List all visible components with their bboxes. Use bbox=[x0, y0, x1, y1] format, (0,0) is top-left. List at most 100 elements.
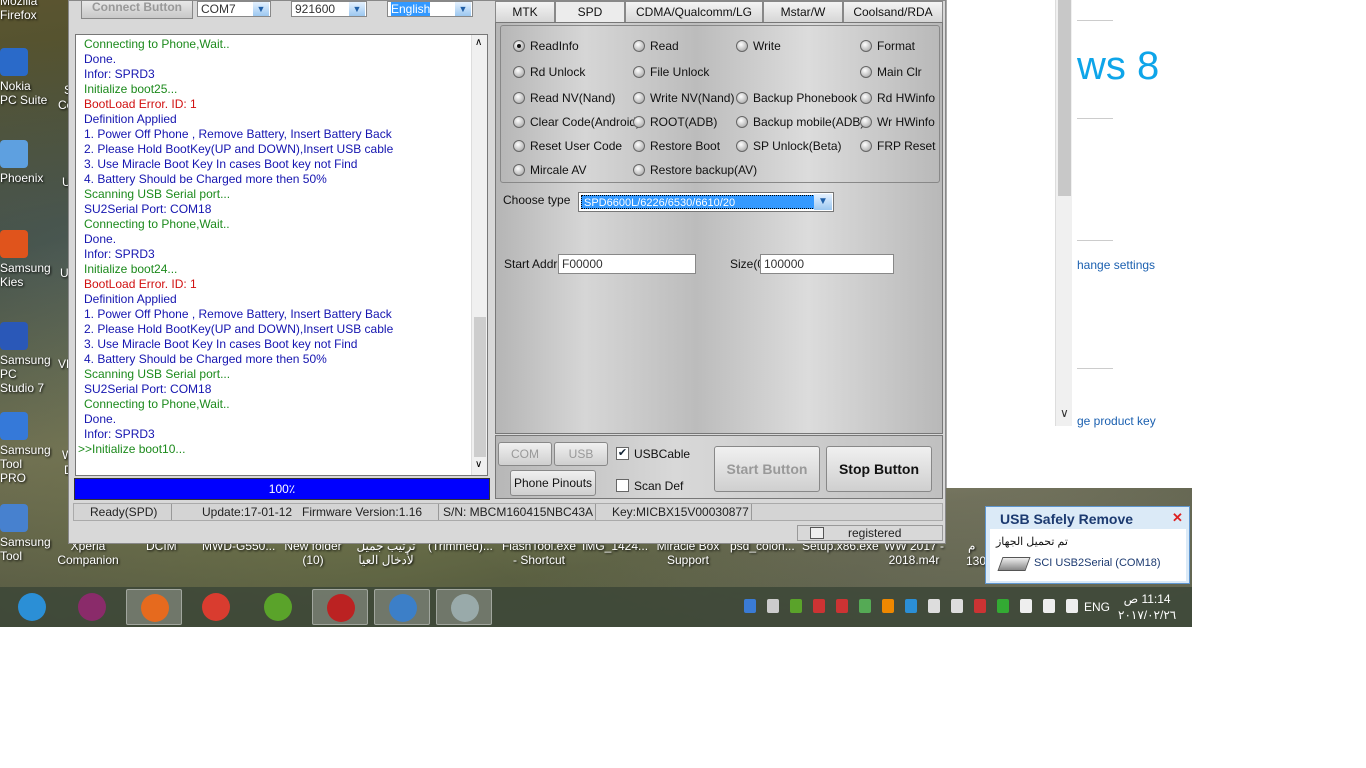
usb-safely-remove-popup[interactable]: USB Safely Remove ✕ تم تحميل الجهاز SCI … bbox=[985, 506, 1190, 584]
taskbar-remote-button[interactable] bbox=[374, 589, 430, 625]
tab-mstar-w[interactable]: Mstar/W bbox=[763, 1, 843, 23]
desktop-icon[interactable]: Samsung Tool PRO bbox=[0, 412, 51, 485]
option-backup-phonebook[interactable]: Backup Phonebook bbox=[736, 91, 857, 105]
change-product-key-link[interactable]: ge product key bbox=[1077, 414, 1156, 428]
device-name[interactable]: SCI USB2Serial (COM18) bbox=[1034, 557, 1161, 569]
desktop-icon[interactable]: Samsung PC Studio 7 bbox=[0, 322, 51, 395]
shield-icon[interactable] bbox=[813, 599, 825, 613]
radio-circle[interactable] bbox=[513, 116, 525, 128]
option-backup-mobile-adb[interactable]: Backup mobile(ADB) bbox=[736, 115, 864, 129]
usb-tray-icon[interactable] bbox=[951, 599, 963, 613]
language-indicator[interactable]: ENG bbox=[1084, 600, 1110, 614]
option-root-adb[interactable]: ROOT(ADB) bbox=[633, 115, 717, 129]
option-readinfo[interactable]: ReadInfo bbox=[513, 39, 579, 53]
taskbar-miracle-button[interactable] bbox=[312, 589, 368, 625]
chevron-up-icon[interactable]: ∧ bbox=[475, 37, 482, 48]
phone-pinouts-button[interactable]: Phone Pinouts bbox=[510, 470, 596, 496]
option-rd-hwinfo[interactable]: Rd HWinfo bbox=[860, 91, 935, 105]
option-wr-hwinfo[interactable]: Wr HWinfo bbox=[860, 115, 935, 129]
option-read[interactable]: Read bbox=[633, 39, 679, 53]
option-format[interactable]: Format bbox=[860, 39, 915, 53]
radio-circle[interactable] bbox=[633, 40, 645, 52]
taskbar-usb-button[interactable] bbox=[436, 589, 492, 625]
flag-icon[interactable] bbox=[836, 599, 848, 613]
radio-circle[interactable] bbox=[633, 164, 645, 176]
option-read-nv-nand[interactable]: Read NV(Nand) bbox=[513, 91, 615, 105]
language-select[interactable]: English ▼ bbox=[387, 1, 473, 17]
checkbox-box[interactable] bbox=[616, 479, 629, 492]
desktop-icon[interactable]: Samsung Tool bbox=[0, 504, 51, 563]
radio-circle[interactable] bbox=[736, 92, 748, 104]
taskbar-start-button[interactable] bbox=[4, 589, 60, 625]
radio-circle[interactable] bbox=[513, 66, 525, 78]
option-mircale-av[interactable]: Mircale AV bbox=[513, 163, 586, 177]
taskbar-utorrent-button[interactable] bbox=[250, 589, 306, 625]
bluetooth-icon[interactable] bbox=[928, 599, 940, 613]
tab-spd[interactable]: SPD bbox=[555, 1, 625, 24]
option-clear-code-android[interactable]: Clear Code(Android) bbox=[513, 115, 640, 129]
power-icon[interactable] bbox=[1043, 599, 1055, 613]
radio-circle[interactable] bbox=[633, 116, 645, 128]
volume-icon[interactable] bbox=[1066, 599, 1078, 613]
option-main-clr[interactable]: Main Clr bbox=[860, 65, 922, 79]
radio-circle[interactable] bbox=[513, 92, 525, 104]
radio-circle[interactable] bbox=[513, 40, 525, 52]
taskbar-winrar-button[interactable] bbox=[64, 589, 120, 625]
edit-icon[interactable] bbox=[859, 599, 871, 613]
scan-def-checkbox[interactable]: Scan Def bbox=[616, 479, 683, 493]
connect-button[interactable]: Connect Button bbox=[81, 1, 193, 19]
clock[interactable]: 11:14 ص ٢٠١٧/٠٢/٢٦ bbox=[1118, 591, 1176, 623]
radio-circle[interactable] bbox=[633, 66, 645, 78]
desktop-icon[interactable]: Mozilla Firefox bbox=[0, 0, 48, 22]
option-frp-reset[interactable]: FRP Reset bbox=[860, 139, 935, 153]
option-write-nv-nand[interactable]: Write NV(Nand) bbox=[633, 91, 734, 105]
chevron-down-icon[interactable]: ▼ bbox=[814, 194, 832, 210]
chevron-down-icon[interactable]: ▼ bbox=[455, 2, 471, 16]
radio-circle[interactable] bbox=[736, 40, 748, 52]
com-scan-button[interactable]: COM Scan bbox=[498, 442, 552, 483]
size-input[interactable]: 100000 bbox=[760, 254, 894, 274]
network-icon[interactable] bbox=[744, 599, 756, 613]
chevron-down-icon[interactable]: ∨ bbox=[1060, 406, 1069, 420]
radio-circle[interactable] bbox=[633, 140, 645, 152]
display-icon[interactable] bbox=[905, 599, 917, 613]
baud-select[interactable]: 921600 ▼ bbox=[291, 1, 367, 17]
option-sp-unlock-beta[interactable]: SP Unlock(Beta) bbox=[736, 139, 841, 153]
desktop-icon[interactable]: Nokia PC Suite bbox=[0, 48, 48, 107]
radio-circle[interactable] bbox=[860, 40, 872, 52]
chat-icon[interactable] bbox=[767, 599, 779, 613]
radio-circle[interactable] bbox=[513, 164, 525, 176]
scrollbar[interactable]: ∨ bbox=[1055, 0, 1072, 426]
chevron-down-icon[interactable]: ▼ bbox=[253, 2, 269, 16]
desktop-icon[interactable]: Samsung Kies bbox=[0, 230, 51, 289]
stop-button[interactable]: Stop Button bbox=[826, 446, 932, 492]
tab-coolsand-rda[interactable]: Coolsand/RDA bbox=[843, 1, 943, 23]
option-reset-user-code[interactable]: Reset User Code bbox=[513, 139, 622, 153]
radio-circle[interactable] bbox=[860, 140, 872, 152]
tab-cdma-qualcomm-lg[interactable]: CDMA/Qualcomm/LG bbox=[625, 1, 763, 23]
tab-mtk[interactable]: MTK bbox=[495, 1, 555, 23]
option-write[interactable]: Write bbox=[736, 39, 781, 53]
chevron-down-icon[interactable]: ∨ bbox=[475, 459, 482, 470]
taskbar-firefox-button[interactable] bbox=[126, 589, 182, 625]
port-select[interactable]: COM7 ▼ bbox=[197, 1, 271, 17]
scrollbar-thumb[interactable] bbox=[474, 317, 486, 457]
radio-circle[interactable] bbox=[860, 92, 872, 104]
usb-cable-checkbox[interactable]: ✔ USBCable bbox=[616, 447, 690, 461]
radio-circle[interactable] bbox=[860, 116, 872, 128]
option-file-unlock[interactable]: File Unlock bbox=[633, 65, 709, 79]
close-icon[interactable]: ✕ bbox=[1172, 510, 1183, 526]
choose-type-select[interactable]: SPD6600L/6226/6530/6610/20 ▼ bbox=[578, 192, 834, 212]
radio-circle[interactable] bbox=[633, 92, 645, 104]
log-scrollbar[interactable]: ∧ ∨ bbox=[471, 35, 487, 475]
warning-icon[interactable] bbox=[974, 599, 986, 613]
desktop-icon[interactable]: Phoenix bbox=[0, 140, 48, 185]
radio-circle[interactable] bbox=[736, 116, 748, 128]
start-button[interactable]: Start Button bbox=[714, 446, 820, 492]
log-output[interactable]: Connecting to Phone,Wait.. Done. Infor: SP… bbox=[75, 34, 488, 476]
option-restore-backup-av[interactable]: Restore backup(AV) bbox=[633, 163, 757, 177]
taskbar-chrome-button[interactable] bbox=[188, 589, 244, 625]
start-addr-input[interactable]: F00000 bbox=[558, 254, 696, 274]
change-settings-link[interactable]: hange settings bbox=[1077, 258, 1155, 272]
globe-icon[interactable] bbox=[997, 599, 1009, 613]
